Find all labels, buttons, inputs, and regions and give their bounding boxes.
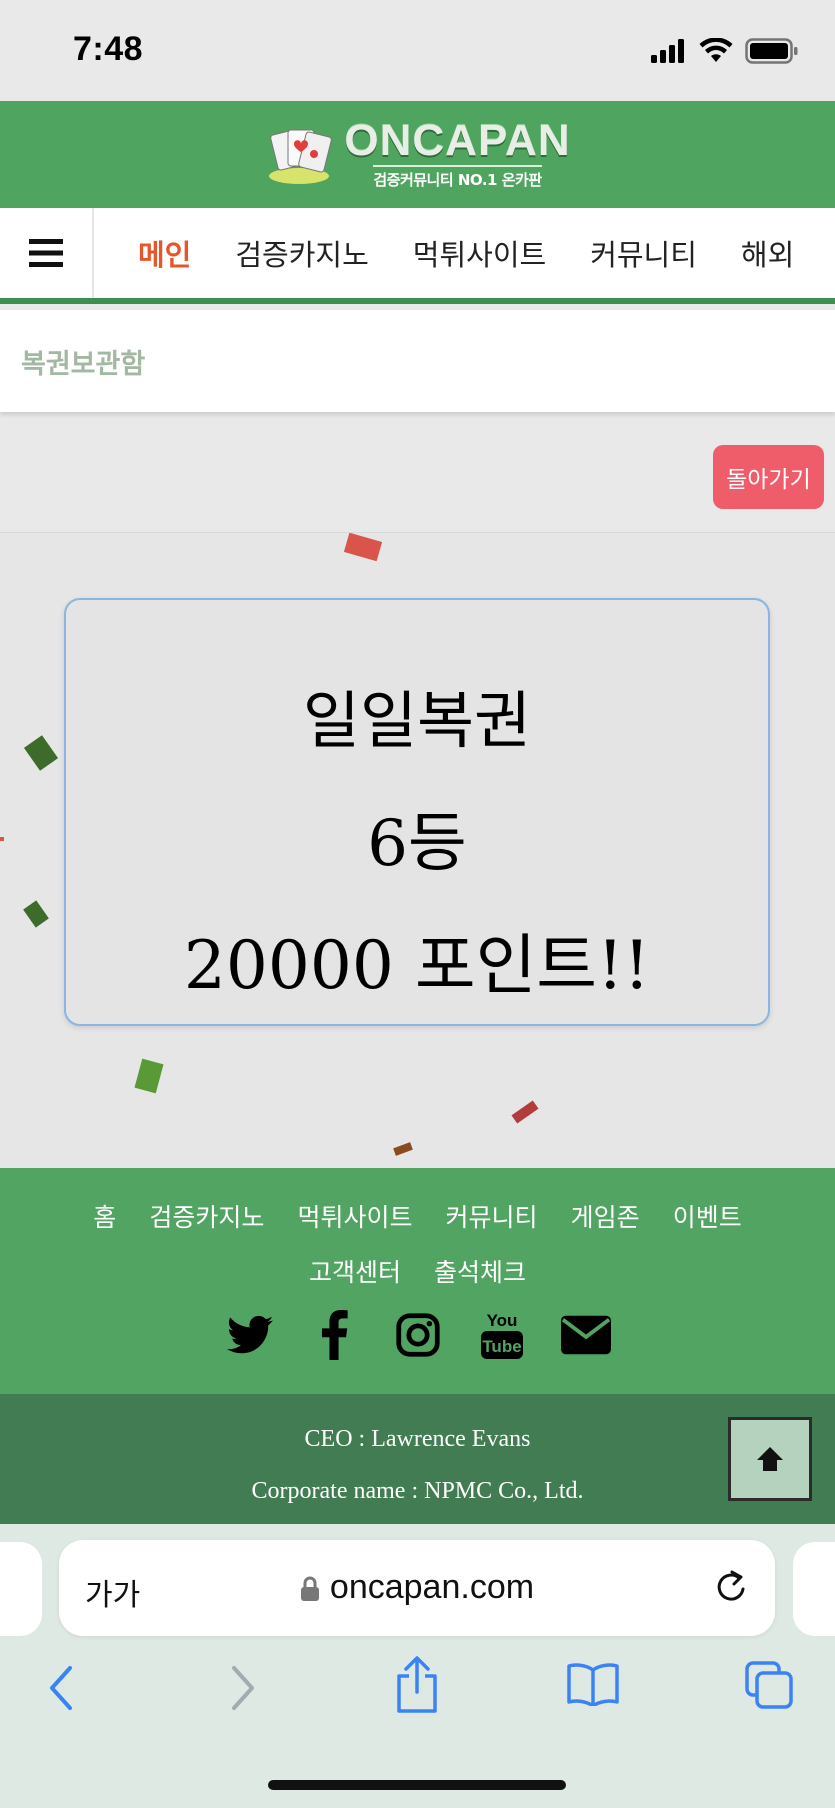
scroll-to-top-button[interactable] [728,1417,812,1501]
facebook-icon[interactable] [309,1310,359,1360]
url-display: oncapan.com [59,1568,775,1607]
footer-ceo: CEO : Lawrence Evans [304,1426,531,1452]
confetti-piece [511,1100,539,1124]
social-links: You Tube [0,1310,835,1360]
wifi-icon [699,38,733,62]
youtube-icon[interactable]: You Tube [477,1310,527,1360]
confetti-piece [23,735,59,771]
status-bar: 7:48 [0,0,835,101]
cards-logo-icon [269,129,333,184]
arrow-up-icon [757,1447,783,1471]
prize-card: 일일복권 6등 20000 포인트!! [64,598,770,1026]
footer-links: 홈 검증카지노 먹튀사이트 커뮤니티 게임존 이벤트 고객센터 출석체크 [40,1192,795,1302]
logo-subtitle: 검증커뮤니티 NO.1 온카판 [373,165,542,190]
footer-link-events[interactable]: 이벤트 [673,1192,742,1244]
footer-link-customer-center[interactable]: 고객센터 [309,1247,401,1299]
next-tab-preview[interactable] [793,1542,835,1636]
nav-items: 메인 검증카지노 먹튀사이트 커뮤니티 해외 [94,232,794,274]
battery-icon [745,38,798,64]
prize-points: 20000 포인트!! [183,927,651,1004]
email-icon[interactable] [560,1310,611,1360]
footer-link-home[interactable]: 홈 [93,1192,116,1244]
site-footer: 홈 검증카지노 먹튀사이트 커뮤니티 게임존 이벤트 고객센터 출석체크 You [0,1168,835,1394]
back-arrow-icon[interactable] [46,1664,76,1712]
status-time: 7:48 [73,30,144,68]
logo-text-group: ONCAPAN 검증커뮤니티 NO.1 온카판 [344,119,570,190]
tabs-icon[interactable] [744,1660,794,1710]
page-title: 복권보관함 [21,349,146,380]
svg-text:You: You [486,1311,517,1330]
reload-icon[interactable] [713,1568,749,1606]
twitter-icon[interactable] [225,1310,275,1360]
breadcrumb-bar: 복권보관함 [0,310,835,412]
svg-text:Tube: Tube [482,1337,521,1356]
browser-toolbar [0,1654,835,1734]
bookmarks-icon[interactable] [566,1662,620,1706]
forward-arrow-icon[interactable] [228,1664,258,1712]
footer-link-scam-sites[interactable]: 먹튀사이트 [297,1192,412,1244]
confetti-piece [343,533,383,562]
browser-bottom-bar: 가가 oncapan.com [0,1524,835,1808]
address-bar[interactable]: 가가 oncapan.com [59,1540,775,1636]
footer-link-gamezone[interactable]: 게임존 [571,1192,640,1244]
previous-tab-preview[interactable] [0,1542,42,1636]
confetti-piece [0,837,4,841]
footer-link-verified-casino[interactable]: 검증카지노 [149,1192,264,1244]
footer-link-attendance[interactable]: 출석체크 [434,1247,526,1299]
nav-item-verified-casino[interactable]: 검증카지노 [235,232,368,274]
confetti-piece [134,1058,164,1094]
prize-title: 일일복권 [302,684,532,757]
nav-item-scam-sites[interactable]: 먹튀사이트 [413,232,546,274]
footer-corporate-name: Corporate name : NPMC Co., Ltd. [251,1478,584,1504]
share-icon[interactable] [394,1656,440,1714]
nav-item-community[interactable]: 커뮤니티 [590,232,697,274]
main-nav: 메인 검증카지노 먹튀사이트 커뮤니티 해외 [0,208,835,304]
site-header: ONCAPAN 검증커뮤니티 NO.1 온카판 [0,101,835,208]
footer-link-community[interactable]: 커뮤니티 [446,1192,538,1244]
nav-item-main[interactable]: 메인 [138,232,191,274]
hamburger-icon [29,239,63,267]
instagram-icon[interactable] [393,1310,443,1360]
home-indicator [268,1780,566,1790]
back-button[interactable]: 돌아가기 [713,445,824,509]
confetti-piece [393,1142,413,1156]
page: 7:48 ONCAPAN 검증커뮤니티 NO.1 온카판 메인 검증카지노 먹튀… [0,0,835,1808]
nav-item-overseas[interactable]: 해외 [741,232,794,274]
logo-title: ONCAPAN [344,116,571,165]
site-logo[interactable]: ONCAPAN 검증커뮤니티 NO.1 온카판 [264,119,570,190]
signal-icon [651,39,684,63]
footer-company-info: CEO : Lawrence Evans Corporate name : NP… [0,1394,835,1524]
lock-icon [300,1576,319,1602]
status-icons [651,38,799,64]
prize-rank: 6등 [367,807,467,881]
confetti-piece [23,900,49,928]
hamburger-menu-button[interactable] [0,208,94,298]
url-text: oncapan.com [329,1568,535,1606]
